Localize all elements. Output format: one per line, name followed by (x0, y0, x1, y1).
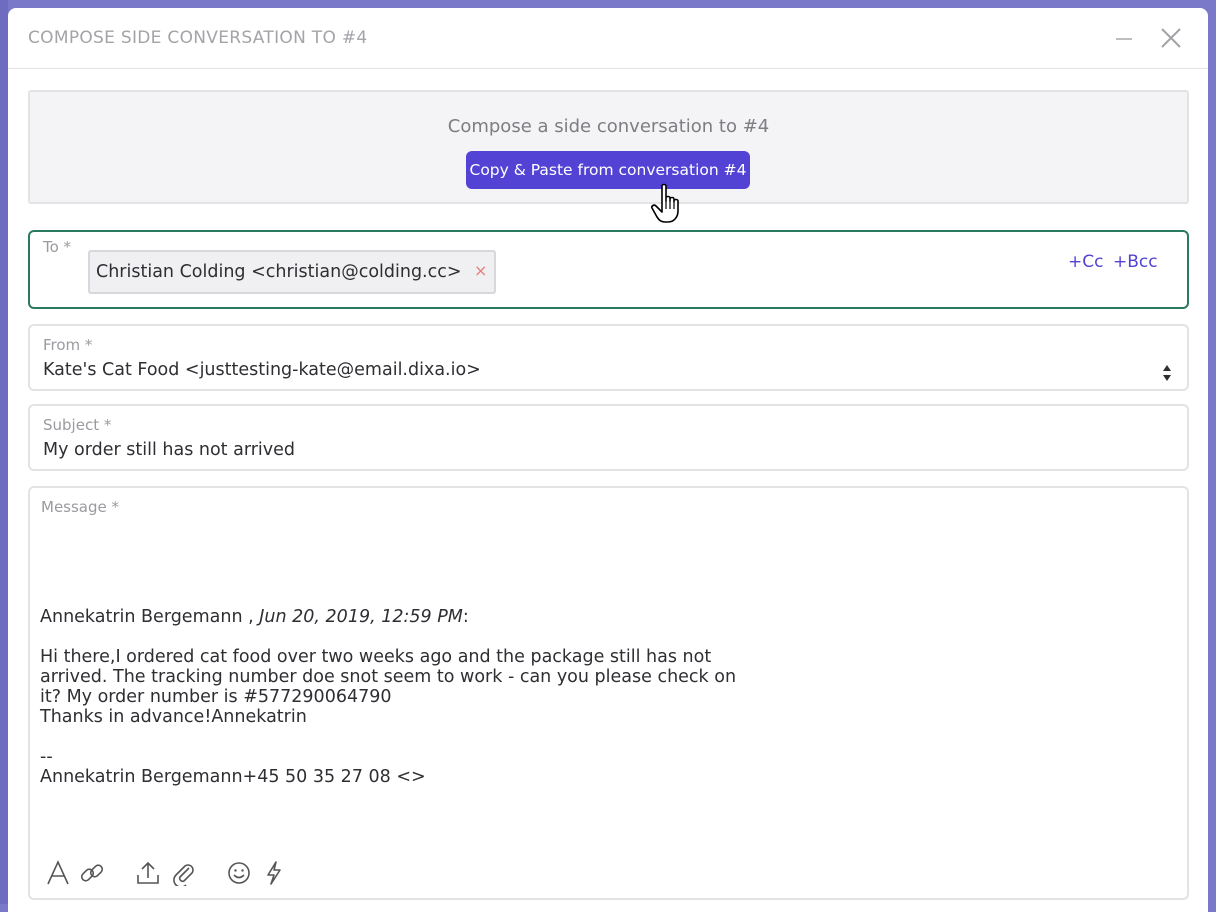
minimize-button[interactable] (1108, 22, 1140, 54)
message-field[interactable]: Message * Annekatrin Bergemann , Jun 20,… (28, 486, 1189, 900)
message-label: Message * (41, 498, 120, 516)
from-label: From * (43, 336, 93, 354)
remove-recipient-icon[interactable]: × (474, 261, 487, 280)
subject-input[interactable]: My order still has not arrived (43, 440, 295, 460)
from-select[interactable]: From * Kate's Cat Food <justtesting-kate… (28, 324, 1189, 391)
attachment-icon (173, 864, 194, 886)
add-bcc-link[interactable]: +Bcc (1113, 252, 1158, 272)
close-button[interactable] (1155, 22, 1187, 54)
quote-header: Annekatrin Bergemann , Jun 20, 2019, 12:… (40, 607, 800, 627)
recipient-text: Christian Colding <christian@colding.cc> (96, 262, 462, 282)
attachment-button[interactable] (168, 858, 198, 888)
lightning-icon (267, 861, 281, 885)
quick-reply-button[interactable] (259, 858, 289, 888)
upload-button[interactable] (133, 858, 163, 888)
subject-label: Subject * (43, 416, 112, 434)
subject-field[interactable]: Subject * My order still has not arrived (28, 404, 1189, 471)
upload-icon (137, 861, 159, 884)
editor-toolbar (30, 858, 430, 892)
to-field[interactable]: To * Christian Colding <christian@coldin… (28, 230, 1189, 309)
to-label: To * (43, 238, 72, 256)
text-format-icon (47, 860, 69, 885)
minimize-icon (1116, 38, 1132, 40)
text-format-button[interactable] (43, 858, 73, 888)
from-value: Kate's Cat Food <justtesting-kate@email.… (43, 360, 481, 380)
prefill-panel: Compose a side conversation to #4 Copy &… (28, 90, 1189, 204)
prefill-title: Compose a side conversation to #4 (447, 116, 770, 137)
add-cc-link[interactable]: +Cc (1068, 252, 1103, 272)
signature-separator: -- (40, 747, 53, 767)
message-line: Thanks in advance!Annekatrin (40, 707, 307, 727)
copy-paste-button[interactable]: Copy & Paste from conversation #4 (466, 151, 750, 189)
quote-date-suffix: : (462, 607, 469, 627)
message-line: it? My order number is #577290064790 (40, 687, 392, 707)
modal-title: COMPOSE SIDE CONVERSATION TO #4 (28, 28, 368, 48)
link-icon (80, 864, 104, 882)
message-line: Hi there,I ordered cat food over two wee… (40, 647, 712, 667)
link-button[interactable] (77, 858, 107, 888)
recipient-chip[interactable]: Christian Colding <christian@colding.cc>… (88, 250, 496, 294)
select-arrows-icon (1163, 365, 1171, 381)
close-icon (1161, 28, 1181, 48)
signature: Annekatrin Bergemann+45 50 35 27 08 <> (40, 767, 426, 787)
compose-side-conversation-modal: COMPOSE SIDE CONVERSATION TO #4 Compose … (8, 8, 1208, 912)
emoji-icon (228, 862, 250, 884)
emoji-button[interactable] (224, 858, 254, 888)
app-backdrop (0, 0, 8, 904)
message-body[interactable]: Annekatrin Bergemann , Jun 20, 2019, 12:… (40, 607, 800, 787)
quote-date: Jun 20, 2019, 12:59 PM (259, 607, 463, 627)
quote-author: Annekatrin Bergemann , (40, 607, 254, 627)
message-line: arrived. The tracking number doe snot se… (40, 667, 737, 687)
modal-header: COMPOSE SIDE CONVERSATION TO #4 (8, 8, 1208, 69)
